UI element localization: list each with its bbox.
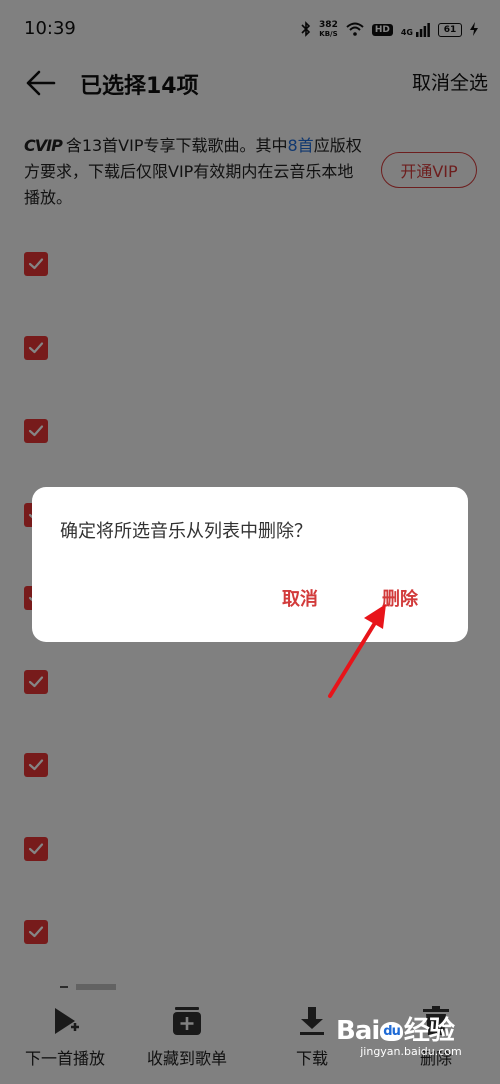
dialog-message: 确定将所选音乐从列表中删除？ <box>60 521 312 542</box>
watermark-logo: Bai du 经验 <box>336 1016 455 1046</box>
annotation-arrow-icon <box>328 604 386 698</box>
baidu-jingyan-watermark: Bai du 经验 jingyan.baidu.com <box>336 1010 486 1070</box>
dialog-cancel-button[interactable]: 取消 <box>282 585 318 611</box>
delete-confirm-dialog: 确定将所选音乐从列表中删除？ 取消 删除 <box>32 487 468 642</box>
